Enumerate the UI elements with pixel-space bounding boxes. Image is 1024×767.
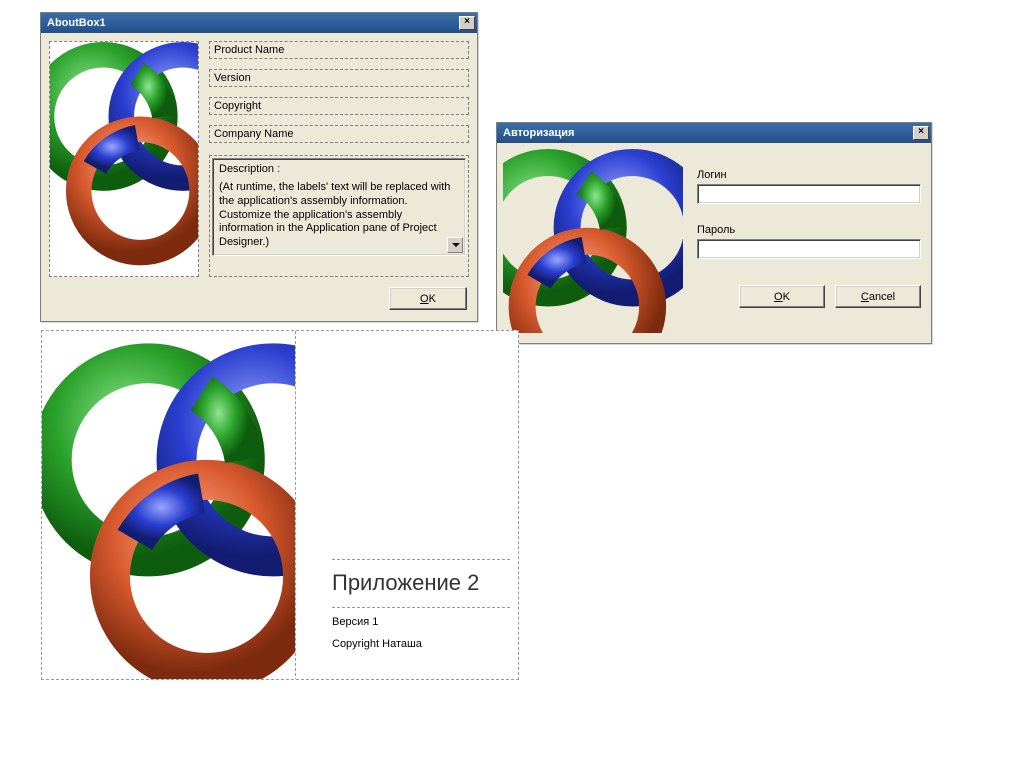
auth-image-panel — [503, 149, 683, 333]
company-label: Company Name — [209, 125, 469, 143]
version-label: Version — [209, 69, 469, 87]
close-icon[interactable]: × — [459, 16, 475, 30]
password-input[interactable] — [697, 239, 921, 259]
about-titlebar[interactable]: AboutBox1 × — [41, 13, 477, 33]
splash-title: Приложение 2 — [332, 570, 510, 596]
splash-version: Версия 1 — [332, 616, 510, 628]
auth-titlebar[interactable]: Авторизация × — [497, 123, 931, 143]
ok-button[interactable]: OK — [739, 285, 825, 308]
about-image-panel — [49, 41, 199, 277]
description-text: (At runtime, the labels' text will be re… — [219, 181, 459, 250]
scroll-down-icon[interactable] — [447, 237, 463, 253]
rings-icon — [503, 149, 683, 333]
auth-title: Авторизация — [503, 127, 574, 139]
splash-screen: Приложение 2 Версия 1 Copyright Наташа — [41, 330, 519, 680]
rings-icon — [50, 42, 198, 276]
about-title: AboutBox1 — [47, 17, 106, 29]
login-label: Логин — [697, 169, 921, 181]
close-icon[interactable]: × — [913, 126, 929, 140]
about-dialog: AboutBox1 × Product Name Version Copyrig… — [40, 12, 478, 322]
auth-dialog: Авторизация × Логин Пароль OK Cancel — [496, 122, 932, 344]
description-box[interactable]: Description : (At runtime, the labels' t… — [212, 158, 466, 256]
cancel-button[interactable]: Cancel — [835, 285, 921, 308]
description-label: Description : — [219, 163, 459, 175]
login-input[interactable] — [697, 184, 921, 204]
product-name-label: Product Name — [209, 41, 469, 59]
rings-icon — [42, 331, 295, 679]
password-label: Пароль — [697, 224, 921, 236]
splash-copyright: Copyright Наташа — [332, 638, 510, 650]
splash-image-panel — [42, 331, 296, 679]
ok-button[interactable]: OK — [389, 287, 467, 310]
copyright-label: Copyright — [209, 97, 469, 115]
